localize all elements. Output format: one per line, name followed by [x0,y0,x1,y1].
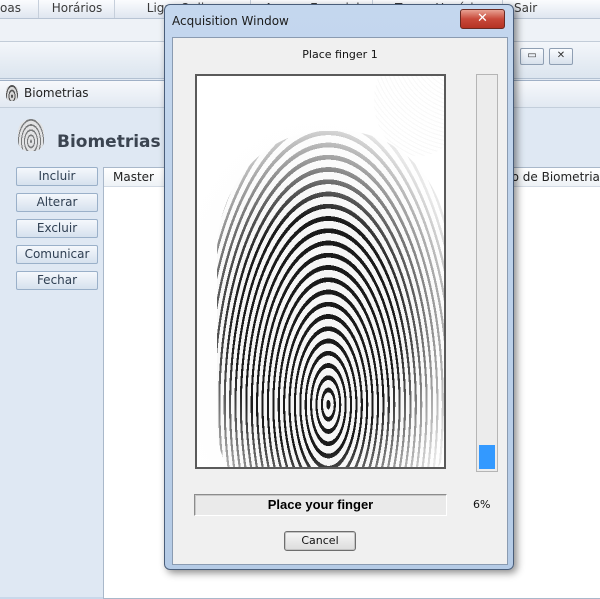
fingerprint-preview [195,74,446,469]
menu-item-pessoas[interactable]: oas [0,0,39,18]
restore-button[interactable]: ▭ [520,48,544,65]
column-header-tipo-biometria[interactable]: po de Biometria [504,168,600,186]
finger-instruction: Place finger 1 [302,48,378,61]
mdi-close-button[interactable]: ✕ [549,48,573,65]
incluir-button[interactable]: Incluir [16,167,98,186]
status-message: Place your finger [194,494,447,516]
acquisition-dialog: Acquisition Window ✕ Place finger 1 Plac… [164,4,514,570]
window-title: Biometrias [24,86,89,100]
excluir-button[interactable]: Excluir [16,219,98,238]
restore-icon: ▭ [527,50,537,61]
fechar-button[interactable]: Fechar [16,271,98,290]
page-title: Biometrias | [57,132,173,152]
close-icon: ✕ [477,11,488,26]
dialog-title: Acquisition Window [172,14,289,28]
menu-item-sair[interactable]: Sair [504,0,600,18]
quality-meter [476,74,498,472]
quality-percent: 6% [473,498,491,511]
close-icon: ✕ [556,50,566,61]
fingerprint-icon [6,85,18,101]
dialog-client-area: Place finger 1 Place your finger 6% Canc… [172,37,508,565]
fingerprint-fade [197,76,444,467]
alterar-button[interactable]: Alterar [16,193,98,212]
comunicar-button[interactable]: Comunicar [16,245,98,264]
fingerprint-icon [18,119,44,151]
dialog-close-button[interactable]: ✕ [460,9,505,29]
menu-item-horarios[interactable]: Horários [40,0,115,18]
quality-meter-fill [479,445,495,469]
cancel-button[interactable]: Cancel [284,531,356,551]
